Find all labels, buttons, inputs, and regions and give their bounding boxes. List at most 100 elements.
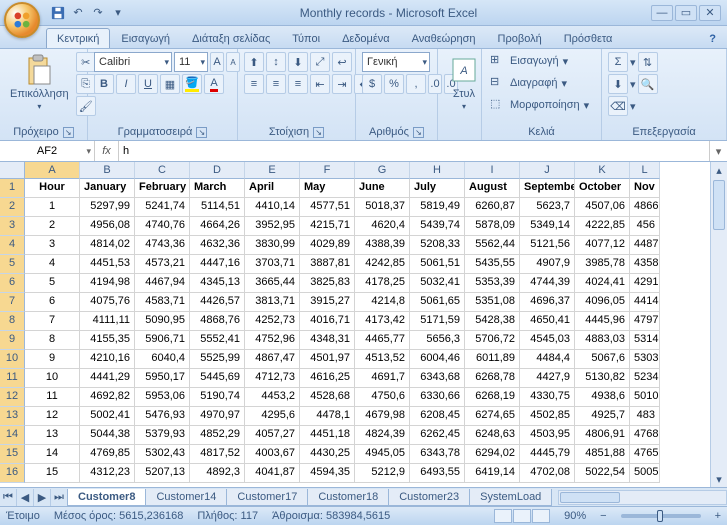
header-cell[interactable]: October <box>575 179 630 198</box>
data-cell[interactable]: 483 <box>630 407 660 426</box>
data-cell[interactable]: 3887,81 <box>300 255 355 274</box>
border-button[interactable]: ▦ <box>160 74 180 94</box>
data-cell[interactable]: 5061,65 <box>410 293 465 312</box>
align-middle-button[interactable]: ↕ <box>266 52 286 72</box>
data-cell[interactable]: 4252,73 <box>245 312 300 331</box>
vertical-scrollbar[interactable]: ▴ ▾ <box>710 162 727 487</box>
data-cell[interactable]: 4679,98 <box>355 407 410 426</box>
data-cell[interactable]: 5379,93 <box>135 426 190 445</box>
sheet-nav-last[interactable]: ⏭ <box>51 489 68 506</box>
sheet-tab-customer18[interactable]: Customer18 <box>307 489 389 506</box>
col-head-I[interactable]: I <box>465 162 520 179</box>
data-cell[interactable]: 4487 <box>630 236 660 255</box>
data-cell[interactable]: 4388,39 <box>355 236 410 255</box>
data-cell[interactable]: 4691,7 <box>355 369 410 388</box>
view-page-break-button[interactable] <box>532 509 550 523</box>
help-button[interactable]: ? <box>698 28 727 48</box>
autosum-button[interactable]: Σ <box>608 52 628 72</box>
data-cell[interactable]: 4752,96 <box>245 331 300 350</box>
align-top-button[interactable]: ⬆ <box>244 52 264 72</box>
data-cell[interactable]: 4 <box>25 255 80 274</box>
select-all-corner[interactable] <box>0 162 25 179</box>
data-cell[interactable]: 4814,02 <box>80 236 135 255</box>
italic-button[interactable]: I <box>116 74 136 94</box>
data-cell[interactable]: 4330,75 <box>520 388 575 407</box>
data-cell[interactable]: 4194,98 <box>80 274 135 293</box>
data-cell[interactable]: 4502,85 <box>520 407 575 426</box>
zoom-level[interactable]: 90% <box>564 510 586 522</box>
header-cell[interactable]: April <box>245 179 300 198</box>
data-cell[interactable]: 5349,14 <box>520 217 575 236</box>
data-cell[interactable]: 4620,4 <box>355 217 410 236</box>
data-cell[interactable]: 4024,41 <box>575 274 630 293</box>
data-cell[interactable]: 4945,05 <box>355 445 410 464</box>
data-cell[interactable]: 4484,4 <box>520 350 575 369</box>
data-cell[interactable]: 6343,68 <box>410 369 465 388</box>
data-cell[interactable]: 4178,25 <box>355 274 410 293</box>
data-cell[interactable]: 13 <box>25 426 80 445</box>
zoom-thumb[interactable] <box>657 510 663 522</box>
data-cell[interactable]: 4824,39 <box>355 426 410 445</box>
data-cell[interactable]: 5435,55 <box>465 255 520 274</box>
data-cell[interactable]: 4222,85 <box>575 217 630 236</box>
styles-button[interactable]: A Στυλ ▾ <box>444 52 484 113</box>
data-cell[interactable]: 4445,96 <box>575 312 630 331</box>
data-cell[interactable]: 4702,08 <box>520 464 575 483</box>
data-cell[interactable]: 4451,18 <box>300 426 355 445</box>
data-cell[interactable]: 4445,79 <box>520 445 575 464</box>
font-name-combo[interactable]: Calibri <box>94 52 172 72</box>
row-head-7[interactable]: 7 <box>0 293 25 312</box>
scroll-down-button[interactable]: ▾ <box>711 471 727 487</box>
data-cell[interactable]: 5525,99 <box>190 350 245 369</box>
wrap-text-button[interactable]: ↩ <box>332 52 352 72</box>
currency-button[interactable]: $ <box>362 74 382 94</box>
data-cell[interactable]: 4295,6 <box>245 407 300 426</box>
data-cell[interactable]: 4215,71 <box>300 217 355 236</box>
data-cell[interactable]: 4427,9 <box>520 369 575 388</box>
data-cell[interactable]: 5297,99 <box>80 198 135 217</box>
header-cell[interactable]: Nov <box>630 179 660 198</box>
data-cell[interactable]: 5445,69 <box>190 369 245 388</box>
save-icon[interactable] <box>50 5 66 21</box>
row-head-10[interactable]: 10 <box>0 350 25 369</box>
data-cell[interactable]: 4696,37 <box>520 293 575 312</box>
data-cell[interactable]: 2 <box>25 217 80 236</box>
data-cell[interactable]: 5241,74 <box>135 198 190 217</box>
data-cell[interactable]: 4410,14 <box>245 198 300 217</box>
data-cell[interactable]: 4938,6 <box>575 388 630 407</box>
spreadsheet-grid[interactable]: ABCDEFGHIJKL1HourJanuaryFebruaryMarchApr… <box>0 162 727 487</box>
data-cell[interactable]: 4712,73 <box>245 369 300 388</box>
tab-insert[interactable]: Εισαγωγή <box>110 28 181 48</box>
data-cell[interactable]: 5090,95 <box>135 312 190 331</box>
data-cell[interactable]: 4650,41 <box>520 312 575 331</box>
data-cell[interactable]: 5562,44 <box>465 236 520 255</box>
data-cell[interactable]: 4426,57 <box>190 293 245 312</box>
number-dialog-launcher[interactable]: ↘ <box>413 127 424 138</box>
sheet-nav-prev[interactable]: ◀ <box>17 489 34 506</box>
data-cell[interactable]: 4797 <box>630 312 660 331</box>
alignment-dialog-launcher[interactable]: ↘ <box>313 127 324 138</box>
data-cell[interactable]: 6268,78 <box>465 369 520 388</box>
data-cell[interactable]: 5171,59 <box>410 312 465 331</box>
header-cell[interactable]: Hour <box>25 179 80 198</box>
col-head-F[interactable]: F <box>300 162 355 179</box>
col-head-E[interactable]: E <box>245 162 300 179</box>
data-cell[interactable]: 5552,41 <box>190 331 245 350</box>
data-cell[interactable]: 4868,76 <box>190 312 245 331</box>
header-cell[interactable]: March <box>190 179 245 198</box>
data-cell[interactable]: 5208,33 <box>410 236 465 255</box>
data-cell[interactable]: 12 <box>25 407 80 426</box>
col-head-J[interactable]: J <box>520 162 575 179</box>
col-head-D[interactable]: D <box>190 162 245 179</box>
data-cell[interactable]: 4503,95 <box>520 426 575 445</box>
vscroll-thumb[interactable] <box>713 180 725 230</box>
format-cells-button[interactable]: ⬚Μορφοποίηση ▾ <box>488 96 591 114</box>
sheet-tab-customer14[interactable]: Customer14 <box>145 489 227 506</box>
data-cell[interactable]: 6330,66 <box>410 388 465 407</box>
data-cell[interactable]: 4907,9 <box>520 255 575 274</box>
data-cell[interactable]: 4111,11 <box>80 312 135 331</box>
sheet-nav-first[interactable]: ⏮ <box>0 489 17 506</box>
data-cell[interactable]: 3813,71 <box>245 293 300 312</box>
data-cell[interactable]: 4743,36 <box>135 236 190 255</box>
minimize-button[interactable]: — <box>651 5 673 21</box>
